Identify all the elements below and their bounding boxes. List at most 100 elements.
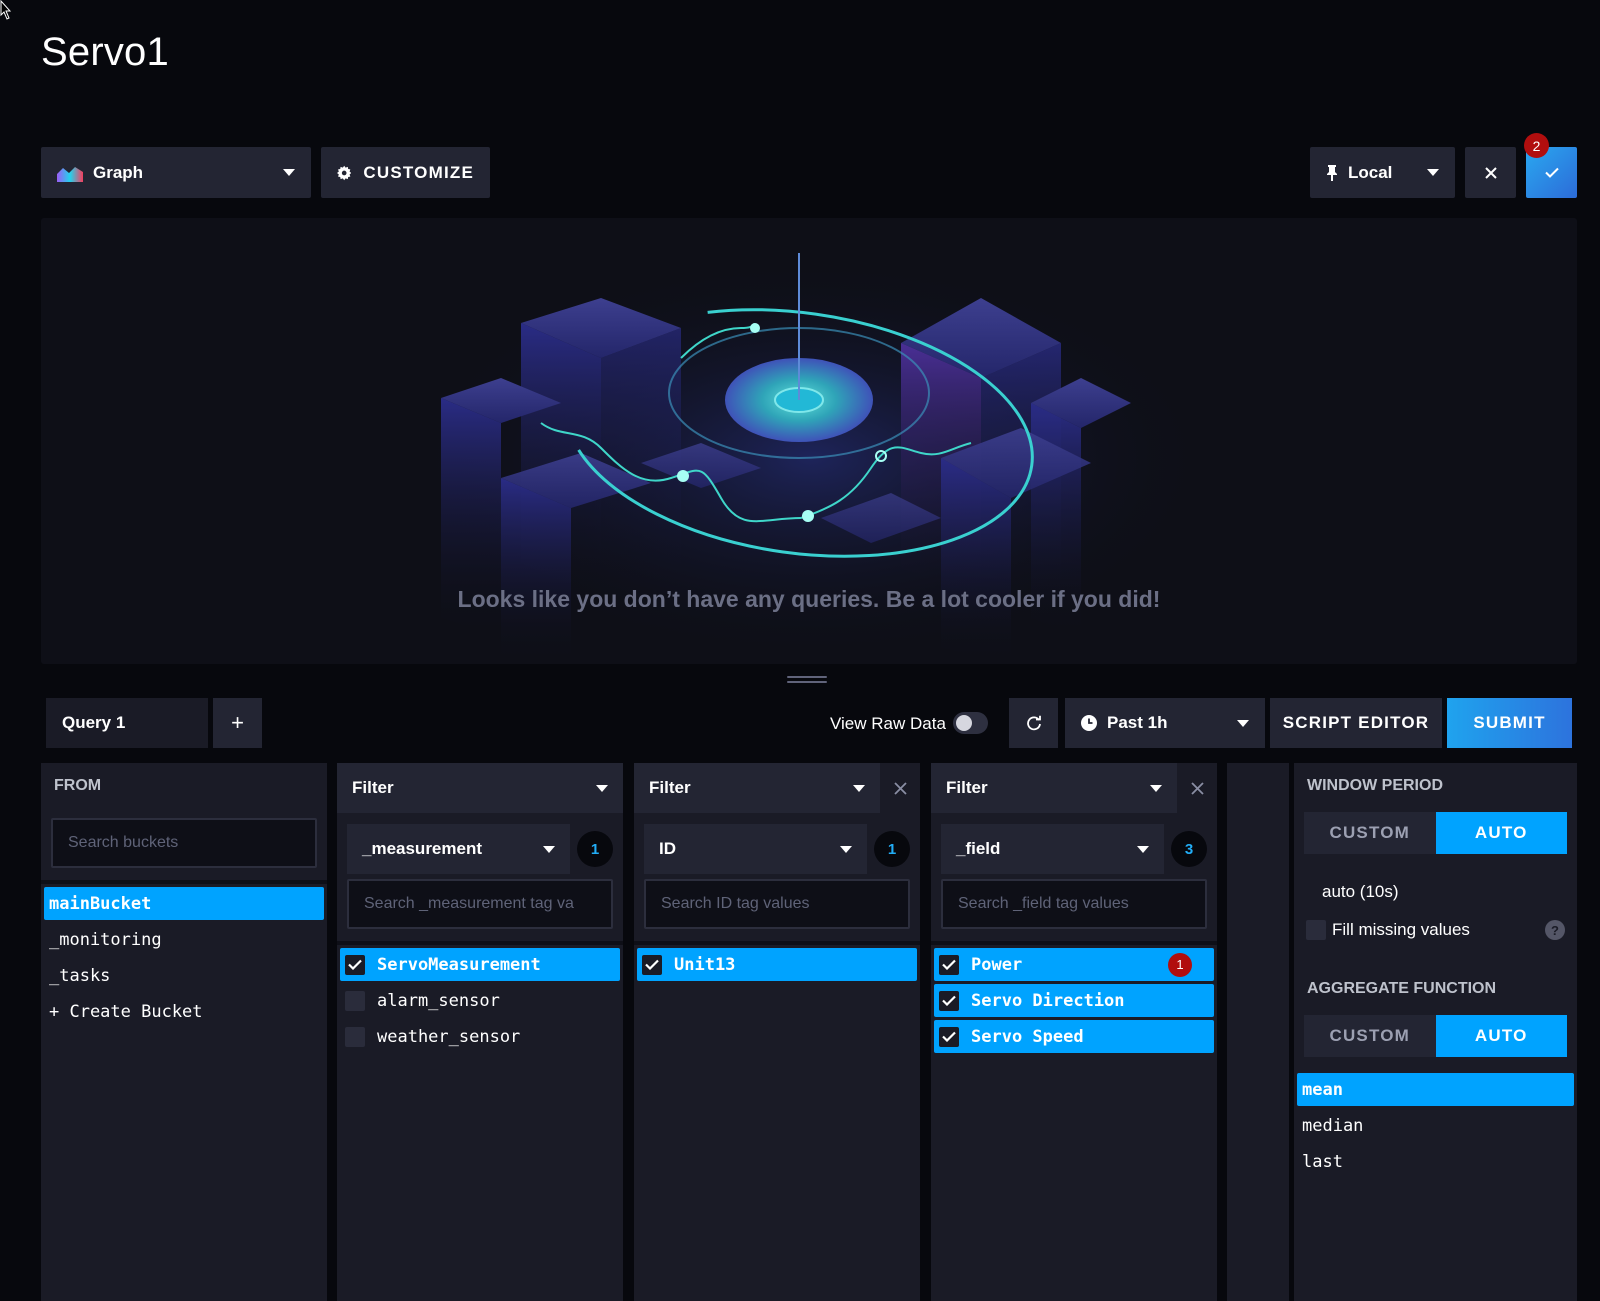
window-period-auto-button[interactable]: AUTO (1435, 812, 1567, 854)
window-period-custom-button[interactable]: CUSTOM (1304, 812, 1436, 854)
aggregate-function-toggle: CUSTOM AUTO (1304, 1015, 1567, 1057)
window-period-title: WINDOW PERIOD (1307, 777, 1443, 794)
chevron-down-icon (596, 784, 608, 792)
filter-header-label: Filter (946, 778, 988, 797)
tag-value-label: Unit13 (674, 954, 736, 975)
tag-values-search-input[interactable]: Search _measurement tag va (347, 879, 613, 929)
fill-missing-checkbox[interactable] (1306, 920, 1326, 940)
tag-key-label: _measurement (362, 839, 483, 858)
tag-value-item[interactable]: weather_sensor (340, 1020, 620, 1053)
tag-value-item[interactable]: Servo Direction (934, 984, 1214, 1017)
divider (931, 941, 1217, 945)
divider (41, 880, 327, 884)
refresh-icon (1026, 715, 1041, 731)
selected-count-badge: 3 (1171, 831, 1207, 867)
tag-value-label: ServoMeasurement (377, 954, 541, 975)
bucket-item[interactable]: mainBucket (44, 887, 324, 920)
tag-value-item[interactable]: Servo Speed (934, 1020, 1214, 1053)
remove-filter-button[interactable] (1177, 763, 1217, 813)
script-editor-button[interactable]: SCRIPT EDITOR (1270, 698, 1442, 748)
timezone-label: Local (1348, 162, 1393, 182)
checkbox-checked-icon[interactable] (345, 954, 365, 975)
create-bucket-link[interactable]: + Create Bucket (44, 995, 324, 1028)
view-raw-data-label: View Raw Data (830, 714, 946, 733)
chevron-down-icon (1150, 784, 1162, 792)
divider (634, 941, 920, 945)
remove-filter-button[interactable] (880, 763, 920, 813)
bucket-item[interactable]: _monitoring (44, 923, 324, 956)
pin-icon (1327, 164, 1337, 181)
filter-function-dropdown[interactable]: Filter (337, 763, 623, 813)
tag-key-label: _field (956, 839, 1001, 858)
view-raw-data-toggle[interactable] (953, 712, 988, 734)
aggregate-panel: WINDOW PERIOD CUSTOM AUTO auto (10s) Fil… (1294, 763, 1577, 1301)
filter-panel-id: Filter ID 1 Search ID tag values Unit13 (634, 763, 920, 1301)
filter-function-dropdown[interactable]: Filter (634, 763, 880, 813)
tag-value-item[interactable]: Unit13 (637, 948, 917, 981)
script-editor-label: SCRIPT EDITOR (1282, 713, 1430, 732)
close-icon (1190, 781, 1204, 795)
tag-value-label: Servo Speed (971, 1026, 1084, 1047)
plus-icon: + (231, 710, 244, 735)
tag-key-dropdown[interactable]: _measurement (347, 824, 571, 874)
graph-type-label: Graph (93, 162, 144, 182)
checkbox-checked-icon[interactable] (939, 990, 959, 1011)
filter-function-dropdown[interactable]: Filter (931, 763, 1177, 813)
checkbox-checked-icon[interactable] (939, 1026, 959, 1047)
tag-key-label: ID (659, 839, 676, 858)
tag-value-item[interactable]: ServoMeasurement (340, 948, 620, 981)
page-title[interactable]: Servo1 (41, 30, 169, 75)
from-title: FROM (54, 777, 102, 794)
aggregate-function-item[interactable]: last (1297, 1145, 1574, 1178)
checkbox-checked-icon[interactable] (642, 954, 662, 975)
chevron-down-icon (1237, 719, 1249, 727)
bucket-search-input[interactable]: Search buckets (51, 818, 317, 868)
window-period-toggle: CUSTOM AUTO (1304, 812, 1567, 854)
resize-handle[interactable] (787, 676, 827, 683)
time-range-dropdown[interactable]: Past 1h (1065, 698, 1265, 748)
checkbox-checked-icon[interactable] (939, 954, 959, 975)
window-period-value: auto (10s) (1322, 882, 1399, 901)
add-query-button[interactable]: + (213, 698, 262, 748)
submit-label: SUBMIT (1473, 713, 1546, 732)
tag-value-item[interactable]: Power 1 (934, 948, 1214, 981)
tag-values-search-input[interactable]: Search ID tag values (644, 879, 910, 929)
checkbox-icon[interactable] (345, 990, 365, 1011)
graph-type-dropdown[interactable]: Graph (41, 147, 311, 198)
gear-icon (337, 165, 352, 180)
close-icon (893, 781, 907, 795)
chevron-down-icon (853, 784, 865, 792)
tag-values-search-input[interactable]: Search _field tag values (941, 879, 1207, 929)
timezone-dropdown[interactable]: Local (1310, 147, 1455, 198)
aggregate-function-item[interactable]: median (1297, 1109, 1574, 1142)
selected-count-badge: 1 (577, 831, 613, 867)
cancel-button[interactable] (1465, 147, 1516, 198)
notification-badge: 2 (1524, 133, 1549, 158)
toggle-knob (956, 715, 972, 731)
aggregate-function-item[interactable]: mean (1297, 1073, 1574, 1106)
check-icon (1544, 167, 1559, 178)
help-icon[interactable]: ? (1545, 920, 1565, 940)
query-tab-label: Query 1 (62, 713, 126, 732)
checkbox-icon[interactable] (345, 1026, 365, 1047)
aggregate-custom-button[interactable]: CUSTOM (1304, 1015, 1436, 1057)
submit-button[interactable]: SUBMIT (1447, 698, 1572, 748)
clock-icon (1081, 715, 1097, 731)
refresh-button[interactable] (1009, 698, 1058, 748)
customize-button[interactable]: CUSTOMIZE (321, 147, 490, 198)
tag-key-dropdown[interactable]: _field (941, 824, 1165, 874)
filter-panel-field: Filter _field 3 Search _field tag values… (931, 763, 1217, 1301)
tag-key-dropdown[interactable]: ID (644, 824, 868, 874)
tag-value-label: Servo Direction (971, 990, 1125, 1011)
filter-header-label: Filter (649, 778, 691, 797)
chevron-down-icon (283, 169, 295, 176)
mouse-cursor-icon (0, 0, 12, 20)
fill-missing-label: Fill missing values (1332, 920, 1470, 939)
graph-type-icon (57, 166, 83, 182)
tab-query-1[interactable]: Query 1 (46, 698, 208, 748)
time-range-label: Past 1h (1107, 713, 1168, 732)
aggregate-auto-button[interactable]: AUTO (1435, 1015, 1567, 1057)
tag-value-item[interactable]: alarm_sensor (340, 984, 620, 1017)
tag-value-label: alarm_sensor (377, 990, 500, 1011)
bucket-item[interactable]: _tasks (44, 959, 324, 992)
